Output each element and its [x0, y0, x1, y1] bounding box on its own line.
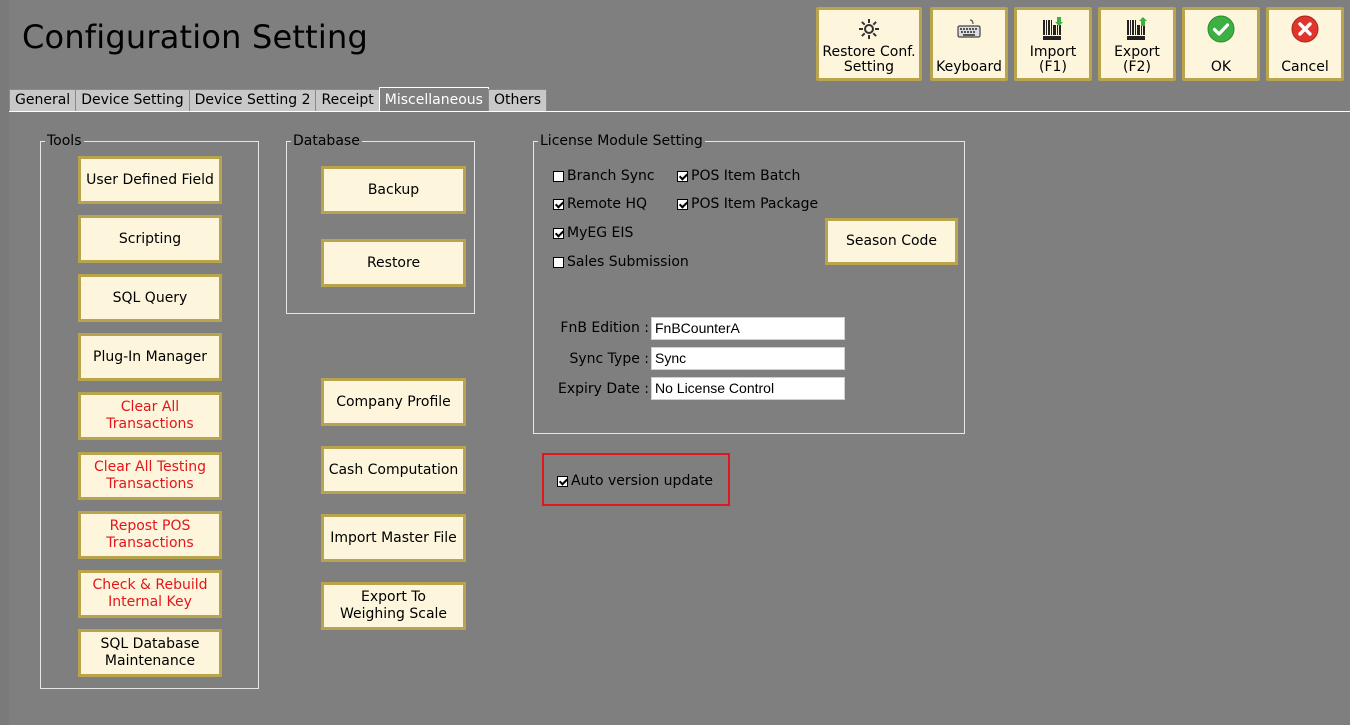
- restore-conf-setting-label: Restore Conf. Setting: [822, 44, 916, 75]
- export-button[interactable]: Export (F2): [1098, 7, 1176, 81]
- tab-divider: [9, 111, 1350, 112]
- database-group-title: Database: [291, 132, 362, 150]
- cancel-button[interactable]: Cancel: [1266, 7, 1344, 81]
- close-circle-icon: [1269, 15, 1341, 43]
- season-code-button[interactable]: Season Code: [825, 218, 958, 265]
- check-circle-icon: [1185, 15, 1257, 43]
- remote-hq-checkbox-box[interactable]: [553, 198, 564, 210]
- branch-sync-checkbox-box[interactable]: [553, 170, 564, 182]
- tab-miscellaneous[interactable]: Miscellaneous: [378, 87, 489, 111]
- backup-button[interactable]: Backup: [321, 166, 466, 214]
- branch-sync-label: Branch Sync: [567, 168, 655, 184]
- tab-others[interactable]: Others: [487, 89, 547, 111]
- export-to-weighing-scale-button[interactable]: Export To Weighing Scale: [321, 582, 466, 630]
- tab-device-setting-2[interactable]: Device Setting 2: [188, 89, 317, 111]
- barcode-export-icon: [1101, 16, 1173, 42]
- restore-conf-setting-button[interactable]: Restore Conf. Setting: [816, 7, 922, 81]
- pos-item-package-label: POS Item Package: [691, 196, 819, 212]
- repost-pos-transactions-button[interactable]: Repost POS Transactions: [78, 511, 222, 559]
- auto-version-update-checkbox-box[interactable]: [557, 475, 568, 487]
- keyboard-label: Keyboard: [936, 59, 1002, 75]
- myeg-eis-label: MyEG EIS: [567, 225, 634, 241]
- check-rebuild-internal-key-button[interactable]: Check & Rebuild Internal Key: [78, 570, 222, 618]
- fnb-edition-label: FnB Edition :: [560, 320, 649, 336]
- plug-in-manager-button[interactable]: Plug-In Manager: [78, 333, 222, 381]
- scripting-button[interactable]: Scripting: [78, 215, 222, 263]
- cash-computation-button[interactable]: Cash Computation: [321, 446, 466, 494]
- license-module-group-title: License Module Setting: [538, 132, 705, 150]
- user-defined-field-button[interactable]: User Defined Field: [78, 156, 222, 204]
- tab-device-setting[interactable]: Device Setting: [75, 89, 190, 111]
- myeg-eis-checkbox[interactable]: MyEG EIS: [553, 225, 633, 241]
- ok-button[interactable]: OK: [1182, 7, 1260, 81]
- ok-label: OK: [1210, 59, 1232, 75]
- auto-version-update-label: Auto version update: [571, 473, 714, 489]
- expiry-date-label: Expiry Date :: [557, 381, 649, 397]
- expiry-date-field[interactable]: No License Control: [651, 377, 845, 400]
- restore-button[interactable]: Restore: [321, 239, 466, 287]
- clear-all-testing-transactions-button[interactable]: Clear All Testing Transactions: [78, 452, 222, 500]
- sql-database-maintenance-button[interactable]: SQL Database Maintenance: [78, 629, 222, 677]
- import-button[interactable]: Import (F1): [1014, 7, 1092, 81]
- tools-group-title: Tools: [45, 132, 84, 150]
- pos-item-batch-checkbox[interactable]: POS Item Batch: [677, 168, 800, 184]
- clear-all-transactions-button[interactable]: Clear All Transactions: [78, 392, 222, 440]
- tab-general[interactable]: General: [9, 89, 77, 111]
- fnb-edition-field[interactable]: FnBCounterA: [651, 317, 845, 340]
- export-label: Export (F2): [1114, 44, 1160, 75]
- configuration-window: Configuration Setting Restore Conf. Sett…: [0, 0, 1350, 725]
- sync-type-label: Sync Type :: [569, 351, 649, 367]
- pos-item-batch-checkbox-box[interactable]: [677, 170, 688, 182]
- sales-submission-checkbox-box[interactable]: [553, 256, 564, 268]
- sync-type-field[interactable]: Sync: [651, 347, 845, 370]
- page-title: Configuration Setting: [22, 18, 368, 56]
- barcode-import-icon: [1017, 16, 1089, 42]
- pos-item-batch-label: POS Item Batch: [691, 168, 801, 184]
- tab-strip: General Device Setting Device Setting 2 …: [9, 87, 547, 111]
- import-label: Import (F1): [1029, 44, 1077, 75]
- import-master-file-button[interactable]: Import Master File: [321, 514, 466, 562]
- sales-submission-label: Sales Submission: [567, 254, 689, 270]
- branch-sync-checkbox[interactable]: Branch Sync: [553, 168, 655, 184]
- sales-submission-checkbox[interactable]: Sales Submission: [553, 254, 689, 270]
- remote-hq-checkbox[interactable]: Remote HQ: [553, 196, 647, 212]
- gear-icon: [819, 16, 919, 42]
- keyboard-icon: [933, 16, 1005, 42]
- pos-item-package-checkbox[interactable]: POS Item Package: [677, 196, 818, 212]
- sql-query-button[interactable]: SQL Query: [78, 274, 222, 322]
- myeg-eis-checkbox-box[interactable]: [553, 227, 564, 239]
- remote-hq-label: Remote HQ: [567, 196, 648, 212]
- cancel-label: Cancel: [1281, 59, 1329, 75]
- auto-version-update-checkbox[interactable]: Auto version update: [557, 473, 713, 489]
- window-edge: [0, 0, 9, 725]
- keyboard-button[interactable]: Keyboard: [930, 7, 1008, 81]
- tab-receipt[interactable]: Receipt: [315, 89, 380, 111]
- company-profile-button[interactable]: Company Profile: [321, 378, 466, 426]
- pos-item-package-checkbox-box[interactable]: [677, 198, 688, 210]
